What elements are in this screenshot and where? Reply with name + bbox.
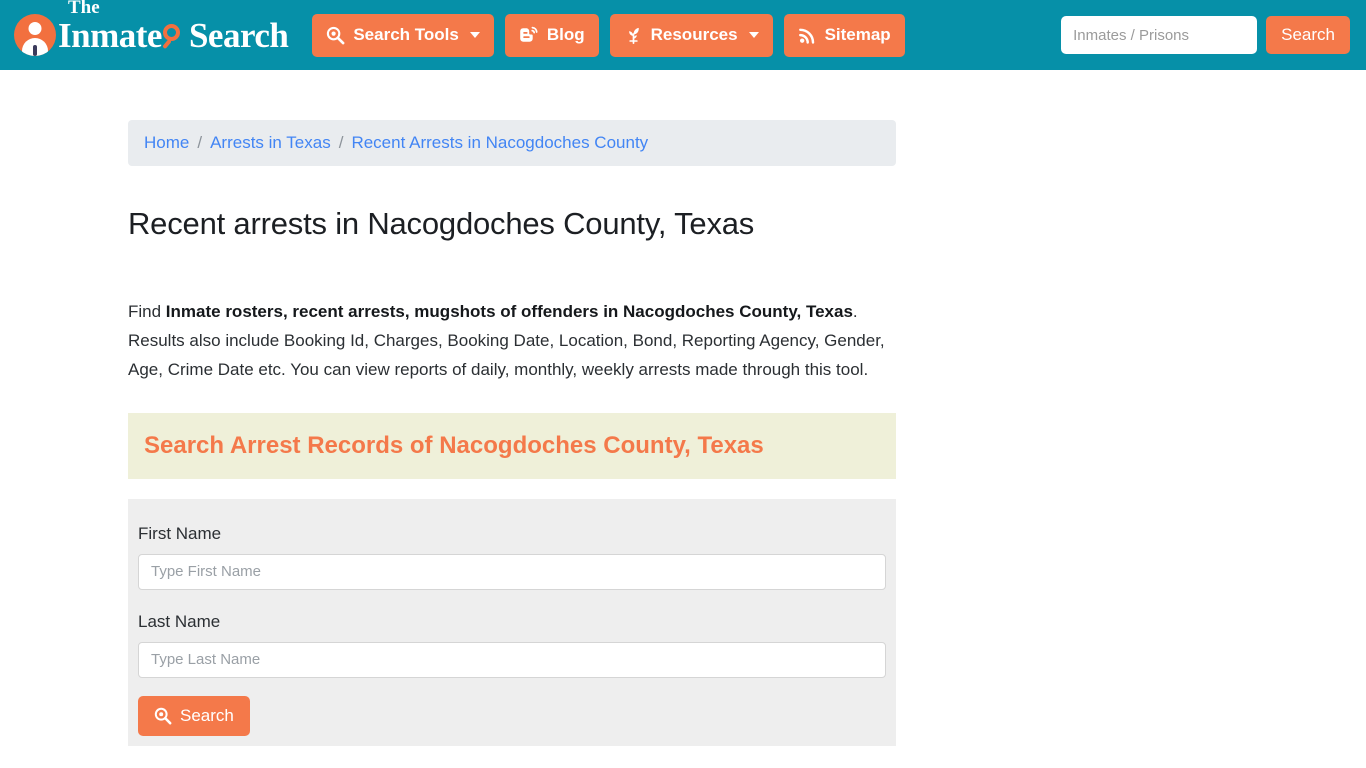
inmate-avatar-icon [14, 14, 56, 56]
breadcrumb-item-home[interactable]: Home [144, 133, 189, 153]
section-heading: Search Arrest Records of Nacogdoches Cou… [128, 413, 896, 479]
last-name-label: Last Name [138, 611, 221, 631]
header-search-button[interactable]: Search [1266, 16, 1350, 54]
header-search: Search [1061, 16, 1350, 54]
leaf-icon [624, 26, 643, 45]
nav-sitemap-button[interactable]: Sitemap [783, 13, 905, 57]
nav-search-tools-button[interactable]: Search Tools [312, 13, 494, 57]
logo-inmate-text: Inmate [58, 15, 162, 55]
nav-resources-button[interactable]: Resources [609, 13, 773, 57]
form-search-button[interactable]: Search [138, 695, 250, 736]
logo-search-text: Search [188, 15, 289, 55]
primary-nav: Search Tools Blog Resources Sitemap [312, 13, 905, 57]
site-header: The Inmate Search Search Tools Blog Reso… [0, 0, 1366, 70]
chevron-down-icon [469, 32, 480, 38]
nav-sitemap-label: Sitemap [824, 25, 891, 44]
magnifier-icon [326, 26, 345, 45]
last-name-group: Last Name [138, 612, 886, 678]
last-name-field[interactable] [138, 641, 886, 678]
first-name-label: First Name [138, 523, 222, 543]
breadcrumb-item-arrests-in-texas[interactable]: Arrests in Texas [210, 133, 331, 153]
first-name-field[interactable] [138, 553, 886, 590]
breadcrumb-separator: / [197, 133, 203, 152]
breadcrumb-item-current[interactable]: Recent Arrests in Nacogdoches County [351, 133, 648, 153]
nav-resources-label: Resources [650, 25, 738, 44]
blogger-icon [519, 25, 539, 45]
page-description: Find Inmate rosters, recent arrests, mug… [128, 297, 896, 384]
site-logo[interactable]: The Inmate Search [14, 0, 289, 61]
description-prefix: Find [128, 302, 166, 321]
form-search-label: Search [180, 705, 234, 725]
page-title: Recent arrests in Nacogdoches County, Te… [128, 206, 755, 241]
chevron-down-icon [748, 32, 759, 38]
description-bold: Inmate rosters, recent arrests, mugshots… [165, 302, 853, 321]
nav-search-tools-label: Search Tools [353, 25, 459, 44]
first-name-group: First Name [138, 524, 886, 590]
logo-wordmark: The Inmate Search [58, 0, 289, 55]
logo-the-text: The [68, 0, 100, 18]
breadcrumb: Home / Arrests in Texas / Recent Arrests… [128, 120, 896, 166]
nav-blog-label: Blog [546, 25, 585, 44]
magnifier-icon [154, 707, 172, 725]
magnifier-icon [162, 23, 188, 50]
main-content: Home / Arrests in Texas / Recent Arrests… [128, 70, 896, 746]
arrest-search-form: First Name Last Name Search [128, 498, 896, 746]
breadcrumb-separator: / [338, 133, 344, 152]
nav-blog-button[interactable]: Blog [504, 13, 599, 57]
search-input[interactable] [1061, 16, 1258, 54]
rss-icon [798, 26, 817, 45]
